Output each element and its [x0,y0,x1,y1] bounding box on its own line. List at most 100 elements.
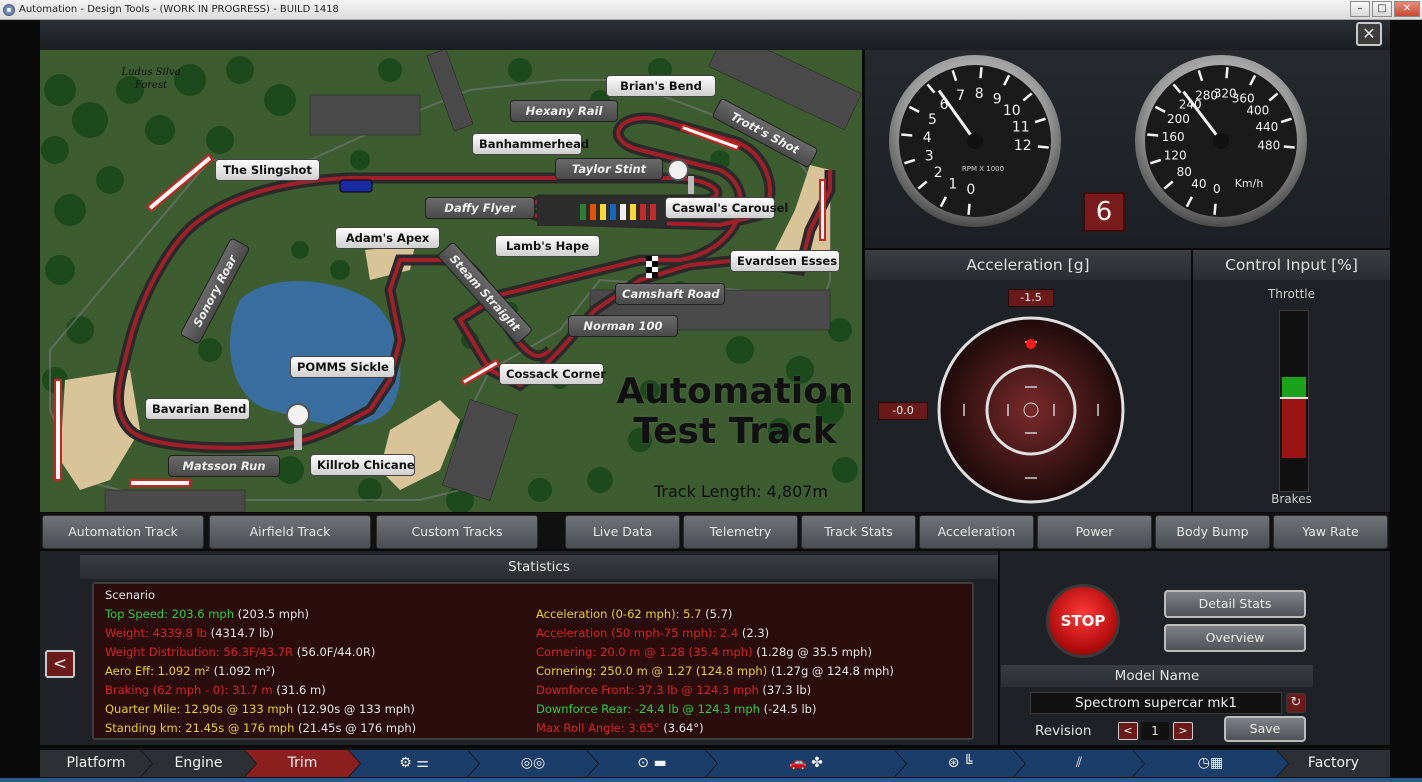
lateral-g-readout: -0.0 [878,402,928,420]
corner-label: Camshaft Road [615,283,725,305]
tab-track-stats[interactable]: Track Stats [801,515,916,549]
nav-tuning[interactable]: ⫽ [1014,750,1144,777]
tires-icon: ◎◎ [520,755,546,771]
corner-label: Cossack Corner [499,363,606,385]
tab-automation-track[interactable]: Automation Track [42,515,204,549]
revision-next-button[interactable]: > [1173,722,1193,740]
maximize-button[interactable]: □ [1372,1,1392,17]
tab-airfield-track[interactable]: Airfield Track [209,515,371,549]
nav-chassis[interactable]: ⚙ ⚌ [349,750,479,777]
rpm-tick [979,67,983,79]
corner-label: The Slingshot [215,159,320,181]
rpm-tick-label: 8 [975,86,984,102]
overview-button[interactable]: Overview [1164,624,1306,652]
rpm-tick-label: 12 [1014,138,1032,154]
finish-line [646,256,658,278]
tab-power[interactable]: Power [1037,515,1152,549]
stat-value: Acceleration (0-62 mph): 5.7 [536,607,702,621]
speed-tick [1213,203,1217,215]
throttle-brake-bar [1279,310,1309,492]
minimize-button[interactable]: – [1350,1,1370,17]
stat-reference: (56.0F/44.0R) [293,645,376,659]
stat-value: Acceleration (50 mph-75 mph): 2.4 [536,626,739,640]
nav-platform[interactable]: Platform [40,750,152,777]
tab-body-bump[interactable]: Body Bump [1155,515,1270,549]
rpm-tick-label: 10 [1003,103,1021,119]
window-controls: – □ ✕ [1350,1,1420,17]
window-titlebar: Automation - Design Tools - (WORK IN PRO… [0,0,1422,20]
app-root: Automation - Design Tools - (WORK IN PRO… [0,0,1422,782]
speed-tick-label: 400 [1246,103,1269,117]
window-title: Automation - Design Tools - (WORK IN PRO… [19,4,339,15]
corner-label: Lamb's Hape [495,235,600,257]
brakes-label: Brakes [1271,492,1312,506]
speed-unit-label: Km/h [1235,177,1264,190]
stat-row: Weight Distribution: 56.3F/43.7R (56.0F/… [105,643,375,662]
prev-page-button[interactable]: < [45,650,75,678]
stop-button[interactable]: STOP [1046,584,1120,658]
stat-reference: (12.90s @ 133 mph) [293,702,415,716]
corner-label: Hexany Rail [510,100,618,122]
tab-telemetry[interactable]: Telemetry [683,515,798,549]
nav-body[interactable]: 🚗 ✤ [706,750,906,777]
speed-tick-label: 0 [1213,182,1221,196]
scenario-label: Scenario [105,588,155,602]
stat-row: Aero Eff: 1.092 m² (1.092 m²) [105,662,275,681]
gear-indicator: 6 [1083,192,1125,232]
rpm-tick [901,133,913,137]
stat-value: Weight Distribution: 56.3F/43.7R [105,645,294,659]
speed-tick [1147,133,1159,137]
rpm-tick-label: 9 [993,91,1002,107]
speed-tick-label: 480 [1257,138,1280,152]
g-force-marker [1026,339,1036,349]
forest-label: Ludus Silva Forest [121,67,181,91]
nav-trim[interactable]: Trim [245,750,360,777]
stat-value: Aero Eff: 1.092 m² [105,664,211,678]
stat-value: Cornering: 250.0 m @ 1.27 (124.8 mph) [536,664,768,678]
model-name-input[interactable]: Spectrom supercar mk1 [1030,692,1282,714]
app-icon [3,3,15,16]
nav-interior[interactable]: ⊛ ╚ [895,750,1025,777]
nav-factory[interactable]: Factory [1277,750,1390,777]
revision-prev-button[interactable]: < [1118,722,1138,740]
save-button[interactable]: Save [1224,716,1306,742]
stat-reference: (1.27g @ 124.8 mph) [767,664,894,678]
rpm-tick [967,203,971,215]
speedometer: 04080120160200240280320360400440480 Km/h [1135,55,1307,227]
stat-row: Downforce Front: 37.3 lb @ 124.3 mph (37… [536,681,811,700]
stat-row: Cornering: 20.0 m @ 1.28 (35.4 mph) (1.2… [536,643,872,662]
corner-label: Matsson Run [168,455,280,477]
rpm-tick [1037,145,1049,149]
rpm-tick-label: 4 [923,130,932,146]
stat-row: Acceleration (0-62 mph): 5.7 (5.7) [536,605,732,624]
speed-tick-label: 120 [1164,149,1187,163]
gauges-panel: 0 1 2 3 4 5 6 7 8 9 10 11 12 RPM X 1000 0 40 80 120 160 2… [865,50,1390,248]
close-icon[interactable]: ✕ [1356,22,1382,46]
speed-tick-label: 200 [1167,112,1190,126]
corner-label: Taylor Stint [555,158,663,180]
stat-value: Max Roll Angle: 3.65° [536,721,660,735]
stat-row: Weight: 4339.8 lb (4314.7 lb) [105,624,274,643]
window-close-button[interactable]: ✕ [1394,1,1420,17]
tab-yaw-rate[interactable]: Yaw Rate [1273,515,1388,549]
stat-value: Standing km: 21.45s @ 176 mph [105,721,295,735]
model-name-title: Model Name [1001,665,1313,687]
corner-label: Adam's Apex [335,227,440,249]
nav-engine[interactable]: Engine [141,750,256,777]
nav-suspension[interactable]: ⊙ ▬ [587,750,717,777]
nav-testing[interactable]: ◷▦ [1133,750,1288,777]
detail-stats-button[interactable]: Detail Stats [1164,590,1306,618]
stat-row: Braking (62 mph - 0): 31.7 m (31.6 m) [105,681,326,700]
wheel-icon: ⚙ ⚌ [399,755,429,771]
corner-label: POMMS Sickle [290,356,395,378]
stat-reference: (3.64°) [659,721,704,735]
rpm-tick-label: 5 [928,112,937,128]
tab-custom-tracks[interactable]: Custom Tracks [376,515,538,549]
nav-wheels[interactable]: ◎◎ [468,750,598,777]
tab-live-data[interactable]: Live Data [565,515,680,549]
corner-label: Killrob Chicane [310,454,415,476]
tab-acceleration[interactable]: Acceleration [919,515,1034,549]
track-map: Ludus Silva Forest Brian's Bend Hexany R… [40,50,862,512]
refresh-icon[interactable]: ↻ [1286,693,1306,713]
car-body-icon: 🚗 ✤ [789,755,823,771]
